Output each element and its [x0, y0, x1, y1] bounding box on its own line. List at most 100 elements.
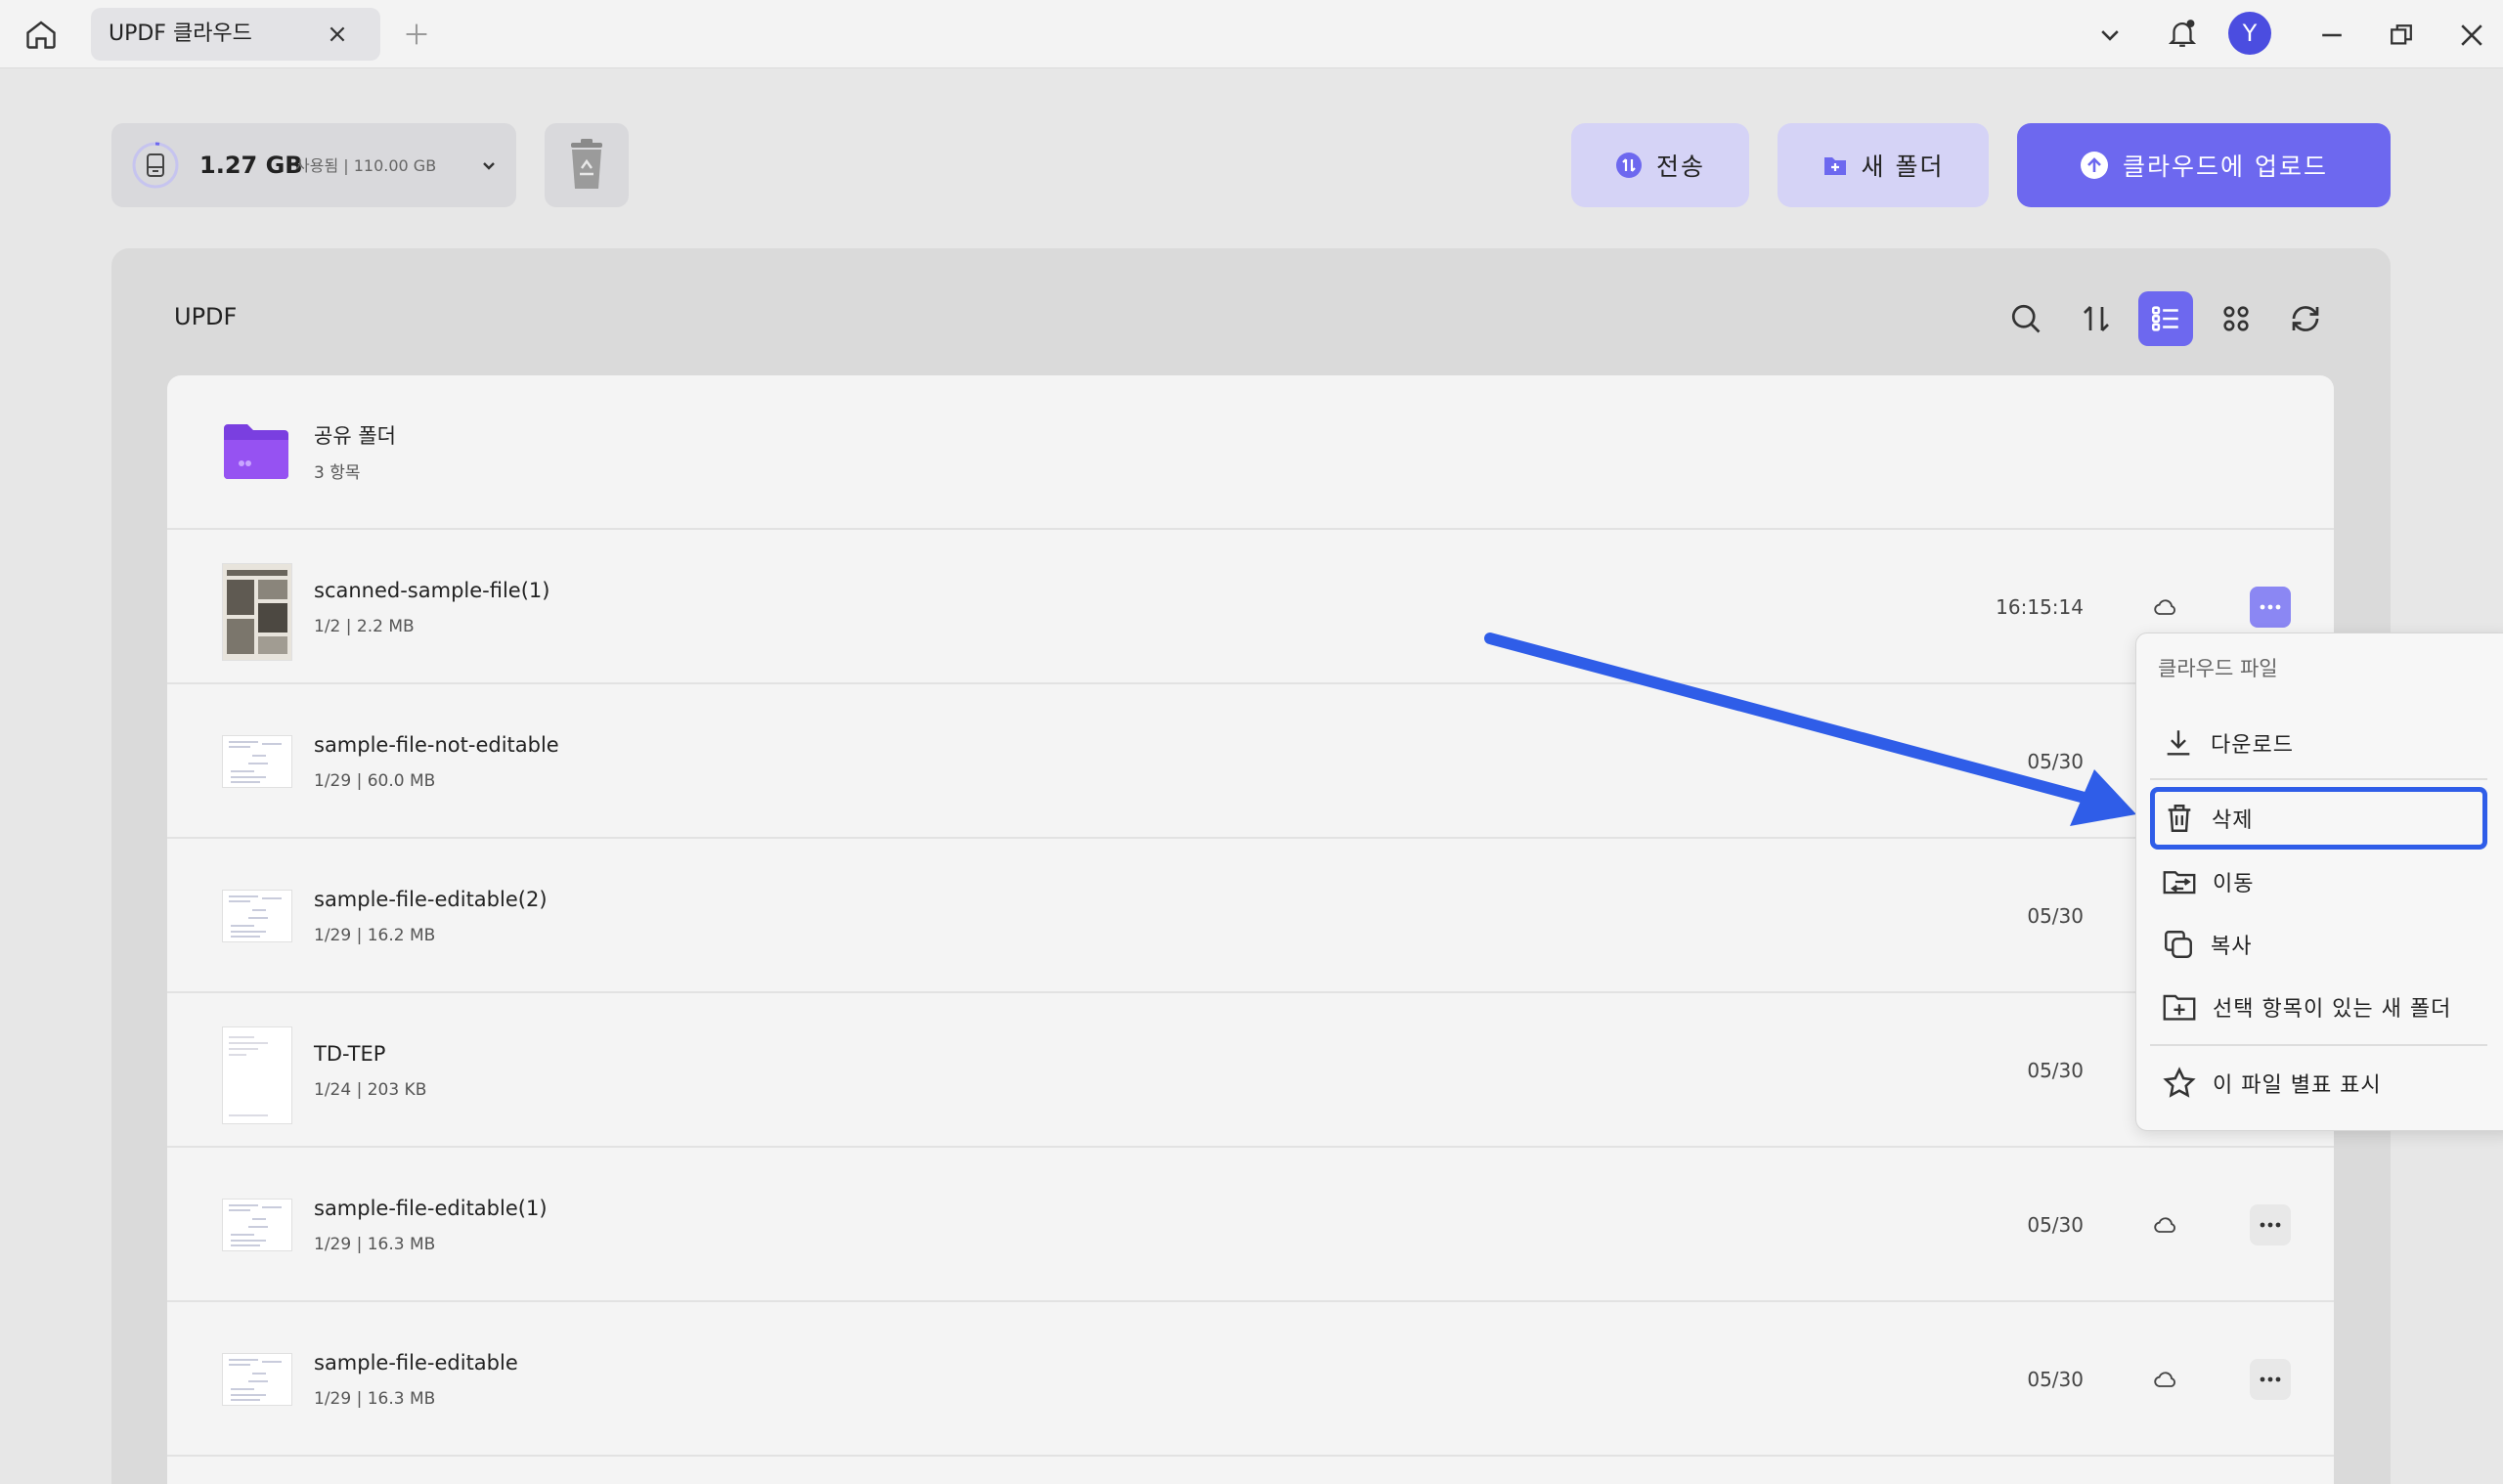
- list-item[interactable]: scanned-sample-file(1) 1/2 | 2.2 MB 16:1…: [167, 530, 2334, 684]
- sort-button[interactable]: [2069, 291, 2124, 346]
- file-date: 05/30: [2027, 1059, 2084, 1082]
- list-item[interactable]: sample-file-not-editable 1/29 | 60.0 MB …: [167, 684, 2334, 839]
- file-panel: UPDF 공유 폴더 3 항목 scanned-sample-file(1) 1…: [111, 248, 2391, 1484]
- cloud-icon: [2152, 1211, 2179, 1239]
- menu-item-label: 복사: [2211, 935, 2253, 959]
- refresh-button[interactable]: [2278, 291, 2333, 346]
- star-icon: [2162, 1066, 2197, 1101]
- menu-divider: [2150, 778, 2487, 780]
- more-options-button[interactable]: [2250, 587, 2291, 628]
- menu-item-move[interactable]: 이동: [2150, 854, 2487, 909]
- menu-item-delete[interactable]: 삭제: [2150, 787, 2487, 850]
- file-name: sample-file-editable: [314, 1351, 518, 1375]
- file-name: scanned-sample-file(1): [314, 579, 550, 602]
- more-icon: [2260, 604, 2281, 610]
- restore-icon[interactable]: [2384, 18, 2419, 53]
- grid-view-icon: [2219, 302, 2253, 335]
- cloud-icon: [2152, 593, 2179, 621]
- menu-item-label: 다운로드: [2211, 733, 2294, 758]
- more-options-button[interactable]: [2250, 1359, 2291, 1400]
- search-button[interactable]: [1998, 291, 2053, 346]
- storage-used: 1.27 GB: [199, 152, 303, 179]
- close-window-icon[interactable]: [2454, 18, 2489, 53]
- avatar[interactable]: Y: [2228, 12, 2271, 55]
- file-meta: 3 항목: [314, 463, 361, 483]
- trash-icon: [2163, 802, 2196, 835]
- file-list: 공유 폴더 3 항목 scanned-sample-file(1) 1/2 | …: [167, 375, 2334, 1484]
- storage-dropdown[interactable]: 1.27 GB 사용됨 | 110.00 GB: [111, 123, 516, 207]
- home-icon[interactable]: [22, 15, 61, 54]
- folder-icon: [222, 422, 290, 481]
- more-icon: [2260, 1376, 2281, 1382]
- menu-item-label: 삭제: [2212, 808, 2254, 833]
- new-folder-icon: [1822, 153, 1848, 178]
- file-name: TD-TEP: [314, 1042, 386, 1066]
- file-meta: 1/29 | 16.2 MB: [314, 926, 436, 945]
- file-meta: 1/24 | 203 KB: [314, 1080, 427, 1100]
- menu-header: 클라우드 파일: [2158, 657, 2278, 680]
- list-item[interactable]: sample-file-editable(1) 1/29 | 16.3 MB 0…: [167, 1148, 2334, 1302]
- menu-item-new-folder-with-selection[interactable]: 선택 항목이 있는 새 폴더: [2150, 980, 2487, 1034]
- trash-bin-button[interactable]: [545, 123, 629, 207]
- file-thumbnail: [222, 1026, 292, 1124]
- list-item[interactable]: 공유 폴더 3 항목: [167, 375, 2334, 530]
- more-options-button[interactable]: [2250, 1204, 2291, 1245]
- list-view-icon: [2149, 302, 2182, 335]
- list-item[interactable]: sample-file-editable 1/29 | 16.3 MB 05/3…: [167, 1302, 2334, 1457]
- transfer-label: 전송: [1655, 153, 1705, 181]
- new-tab-icon[interactable]: [401, 19, 432, 50]
- menu-item-label: 선택 항목이 있는 새 폴더: [2213, 997, 2452, 1022]
- storage-icon: [131, 141, 180, 190]
- file-thumbnail: [222, 890, 292, 942]
- file-date: 05/30: [2027, 904, 2084, 928]
- file-name: sample-file-not-editable: [314, 733, 559, 757]
- file-meta: 1/29 | 16.3 MB: [314, 1235, 436, 1254]
- new-folder-button[interactable]: 새 폴더: [1778, 123, 1989, 207]
- transfer-icon: [1615, 152, 1643, 179]
- file-name: 공유 폴더: [314, 424, 396, 448]
- file-thumbnail: [222, 563, 292, 661]
- more-icon: [2260, 1222, 2281, 1228]
- close-tab-icon[interactable]: [324, 21, 351, 48]
- minimize-icon[interactable]: [2314, 18, 2349, 53]
- chevron-down-icon: [479, 155, 499, 175]
- menu-item-copy[interactable]: 복사: [2150, 917, 2487, 972]
- upload-label: 클라우드에 업로드: [2123, 153, 2328, 181]
- title-bar: UPDF 클라우드 Y: [0, 0, 2503, 68]
- bell-icon[interactable]: [2163, 14, 2202, 53]
- file-meta: 1/29 | 60.0 MB: [314, 771, 436, 791]
- recycle-bin-icon: [565, 139, 608, 192]
- file-thumbnail: [222, 1353, 292, 1406]
- cloud-icon: [2152, 1366, 2179, 1393]
- file-name: sample-file-editable(1): [314, 1197, 548, 1220]
- move-folder-icon: [2162, 865, 2197, 898]
- list-item[interactable]: sample-file-editable(2) 1/29 | 16.2 MB 0…: [167, 839, 2334, 993]
- menu-divider: [2150, 1044, 2487, 1046]
- file-meta: 1/29 | 16.3 MB: [314, 1389, 436, 1409]
- file-date: 05/30: [2027, 1368, 2084, 1391]
- upload-icon: [2080, 151, 2109, 180]
- file-name: sample-file-editable(2): [314, 888, 548, 911]
- list-view-button[interactable]: [2138, 291, 2193, 346]
- refresh-icon: [2288, 301, 2323, 336]
- file-thumbnail: [222, 735, 292, 788]
- copy-icon: [2162, 928, 2195, 961]
- menu-item-star[interactable]: 이 파일 별표 표시: [2150, 1056, 2487, 1111]
- sort-icon: [2079, 301, 2114, 336]
- file-thumbnail: [222, 1199, 292, 1251]
- tab-updf-cloud[interactable]: UPDF 클라우드: [91, 8, 380, 61]
- file-meta: 1/2 | 2.2 MB: [314, 617, 415, 636]
- grid-view-button[interactable]: [2209, 291, 2263, 346]
- download-icon: [2162, 726, 2195, 760]
- file-date: 05/30: [2027, 1213, 2084, 1237]
- transfer-button[interactable]: 전송: [1571, 123, 1749, 207]
- chevron-down-icon[interactable]: [2093, 19, 2127, 52]
- panel-title: UPDF: [174, 303, 238, 330]
- new-folder-label: 새 폴더: [1861, 153, 1945, 181]
- file-date: 16:15:14: [1996, 595, 2084, 619]
- menu-item-label: 이 파일 별표 표시: [2213, 1073, 2382, 1098]
- upload-to-cloud-button[interactable]: 클라우드에 업로드: [2017, 123, 2391, 207]
- menu-item-download[interactable]: 다운로드: [2150, 716, 2487, 770]
- storage-detail: 사용됨 | 110.00 GB: [295, 156, 437, 175]
- list-item[interactable]: TD-TEP 1/24 | 203 KB 05/30: [167, 993, 2334, 1148]
